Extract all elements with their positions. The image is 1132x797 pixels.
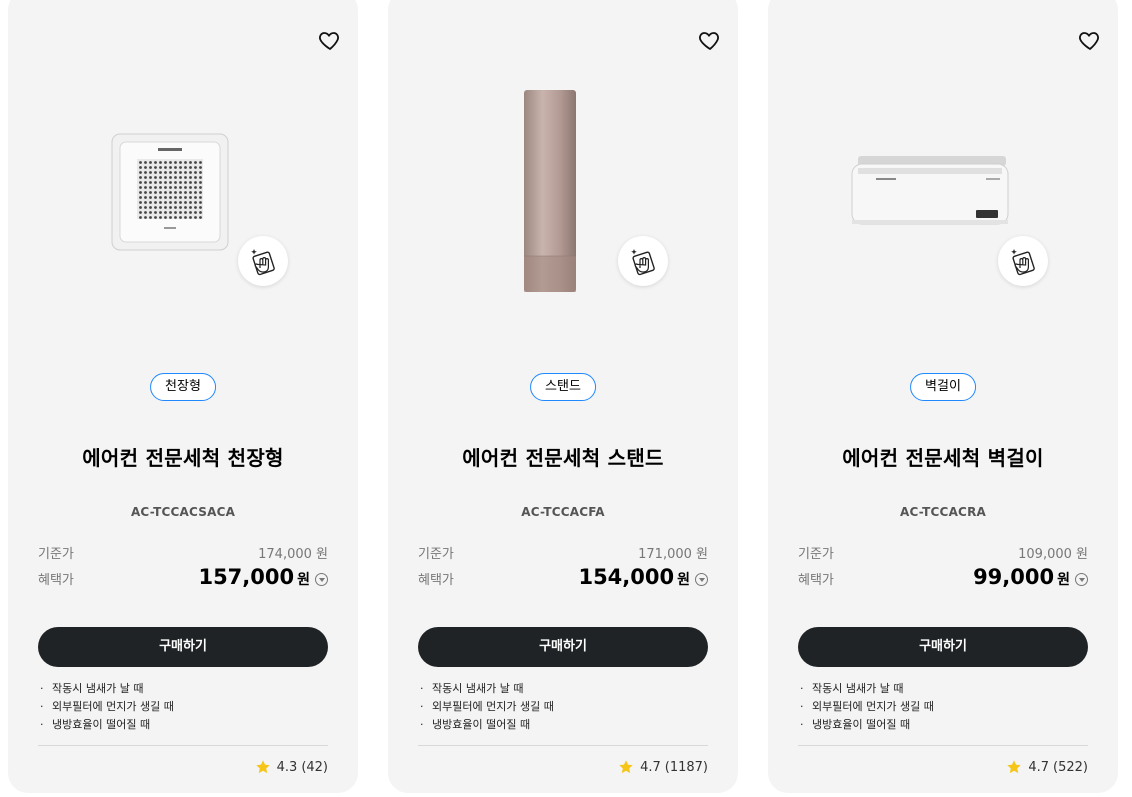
base-price-row: 기준가 109,000 원	[798, 543, 1088, 562]
benefit-price-label: 혜택가	[38, 573, 74, 588]
product-title[interactable]: 에어컨 전문세척 천장형	[8, 442, 358, 471]
base-price-value: 174,000 원	[258, 547, 328, 562]
wishlist-heart-icon[interactable]	[1078, 28, 1102, 52]
wall-mounted-ac-image	[851, 156, 1009, 225]
review-count: (42)	[301, 759, 328, 775]
wishlist-heart-icon[interactable]	[318, 28, 342, 52]
benefit-price-label: 혜택가	[798, 573, 834, 588]
price-detail-dropdown-icon[interactable]	[315, 573, 328, 586]
base-price-row: 기준가 174,000 원	[38, 543, 328, 562]
buy-button[interactable]: 구매하기	[38, 627, 328, 667]
benefit-price-value: 99,000	[973, 565, 1055, 589]
symptom-list: 작동시 냄새가 날 때 외부필터에 먼지가 생길 때 냉방효율이 떨어질 때	[38, 680, 174, 734]
rating-score: 4.3	[276, 759, 298, 775]
currency-unit: 원	[677, 572, 690, 588]
model-code: AC-TCCACRA	[899, 505, 986, 519]
base-price-value: 109,000 원	[1018, 547, 1088, 562]
currency-unit: 원	[297, 572, 310, 588]
benefit-price-row: 혜택가 99,000 원	[798, 565, 1088, 589]
type-tag: 천장형	[150, 373, 216, 401]
rating-score: 4.7	[1028, 759, 1050, 775]
buy-button[interactable]: 구매하기	[418, 627, 708, 667]
currency-unit: 원	[1057, 572, 1070, 588]
review-count: (1187)	[664, 759, 708, 775]
stand-ac-image	[524, 90, 576, 292]
buy-button[interactable]: 구매하기	[798, 627, 1088, 667]
product-card: 천장형 에어컨 전문세척 천장형 AC-TCCACSACA 기준가 174,00…	[8, 0, 358, 793]
list-item: 외부필터에 먼지가 생길 때	[38, 698, 174, 716]
cleaning-service-badge	[998, 236, 1048, 286]
product-image	[8, 80, 358, 310]
price-detail-dropdown-icon[interactable]	[1075, 573, 1088, 586]
list-item: 작동시 냄새가 날 때	[418, 680, 554, 698]
list-item: 외부필터에 먼지가 생길 때	[798, 698, 934, 716]
benefit-price-row: 혜택가 154,000 원	[418, 565, 708, 589]
list-item: 냉방효율이 떨어질 때	[418, 716, 554, 734]
review-count: (522)	[1053, 759, 1088, 775]
product-title[interactable]: 에어컨 전문세척 벽걸이	[768, 442, 1118, 471]
product-card-list: 천장형 에어컨 전문세척 천장형 AC-TCCACSACA 기준가 174,00…	[0, 0, 1132, 797]
benefit-price-row: 혜택가 157,000 원	[38, 565, 328, 589]
cleaning-hand-icon	[1011, 249, 1035, 276]
benefit-price-label: 혜택가	[418, 573, 454, 588]
product-card: 스탠드 에어컨 전문세척 스탠드 AC-TCCACFA 기준가 171,000 …	[388, 0, 738, 793]
list-item: 작동시 냄새가 날 때	[798, 680, 934, 698]
symptom-list: 작동시 냄새가 날 때 외부필터에 먼지가 생길 때 냉방효율이 떨어질 때	[418, 680, 554, 734]
ceiling-cassette-ac-image	[111, 133, 229, 251]
divider	[38, 745, 328, 746]
wishlist-heart-icon[interactable]	[698, 28, 722, 52]
price-detail-dropdown-icon[interactable]	[695, 573, 708, 586]
divider	[798, 745, 1088, 746]
base-price-label: 기준가	[38, 547, 74, 562]
rating[interactable]: 4.7 (1187)	[618, 759, 708, 775]
base-price-label: 기준가	[418, 547, 454, 562]
model-code: AC-TCCACSACA	[130, 505, 236, 519]
cleaning-service-badge	[238, 236, 288, 286]
product-image	[388, 80, 738, 310]
benefit-price-value: 154,000	[578, 565, 675, 589]
base-price-label: 기준가	[798, 547, 834, 562]
model-code: AC-TCCACFA	[521, 505, 605, 519]
star-icon	[1007, 760, 1022, 774]
cleaning-hand-icon	[631, 249, 655, 276]
cleaning-hand-icon	[251, 249, 275, 276]
list-item: 냉방효율이 떨어질 때	[38, 716, 174, 734]
rating[interactable]: 4.3 (42)	[255, 759, 328, 775]
type-tag: 스탠드	[530, 373, 596, 401]
product-image	[768, 80, 1118, 310]
list-item: 작동시 냄새가 날 때	[38, 680, 174, 698]
star-icon	[619, 760, 633, 774]
list-item: 냉방효율이 떨어질 때	[798, 716, 934, 734]
product-title[interactable]: 에어컨 전문세척 스탠드	[388, 442, 738, 471]
cleaning-service-badge	[618, 236, 668, 286]
type-tag: 벽걸이	[910, 373, 976, 401]
symptom-list: 작동시 냄새가 날 때 외부필터에 먼지가 생길 때 냉방효율이 떨어질 때	[798, 680, 934, 734]
product-card: 벽걸이 에어컨 전문세척 벽걸이 AC-TCCACRA 기준가 109,000 …	[768, 0, 1118, 793]
list-item: 외부필터에 먼지가 생길 때	[418, 698, 554, 716]
base-price-value: 171,000 원	[638, 547, 708, 562]
benefit-price-value: 157,000	[198, 565, 295, 589]
rating[interactable]: 4.7 (522)	[1006, 759, 1088, 775]
base-price-row: 기준가 171,000 원	[418, 543, 708, 562]
divider	[418, 745, 708, 746]
star-icon	[255, 760, 270, 774]
rating-score: 4.7	[640, 759, 661, 775]
